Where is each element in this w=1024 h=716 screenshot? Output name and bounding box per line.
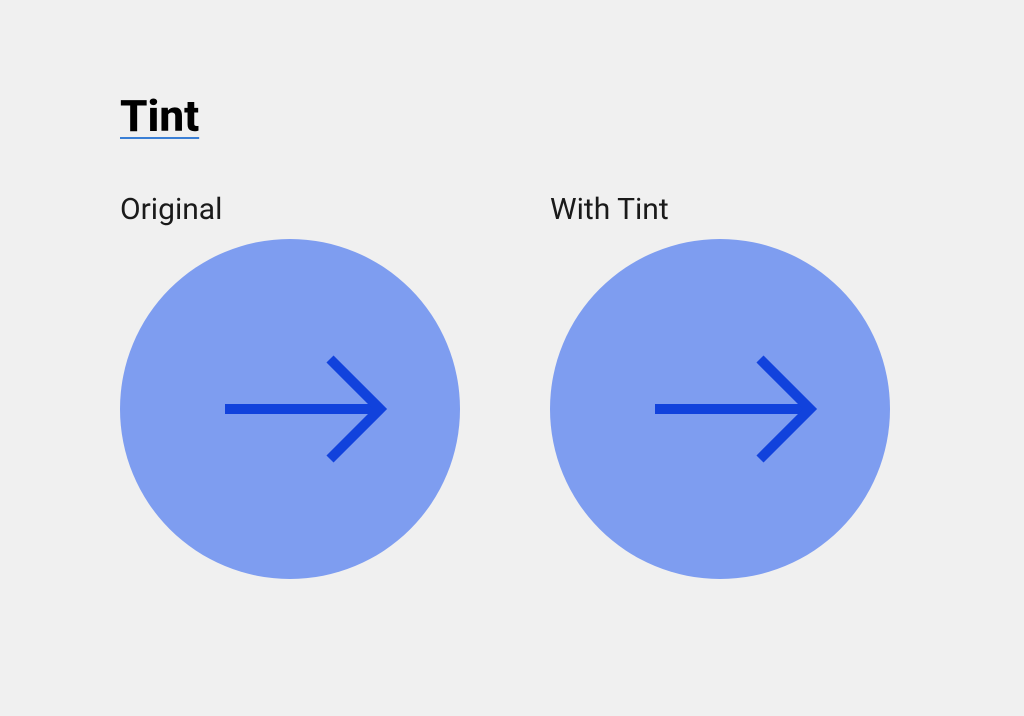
example-with-tint: With Tint [550,192,890,579]
example-original: Original [120,192,460,579]
circle-tinted [550,239,890,579]
example-label: With Tint [550,192,669,227]
examples-row: Original With Tint [120,192,904,579]
page-title: Tint [120,90,904,142]
circle-original [120,239,460,579]
arrow-right-icon [215,349,395,469]
example-label: Original [120,192,222,227]
arrow-right-icon [645,349,825,469]
